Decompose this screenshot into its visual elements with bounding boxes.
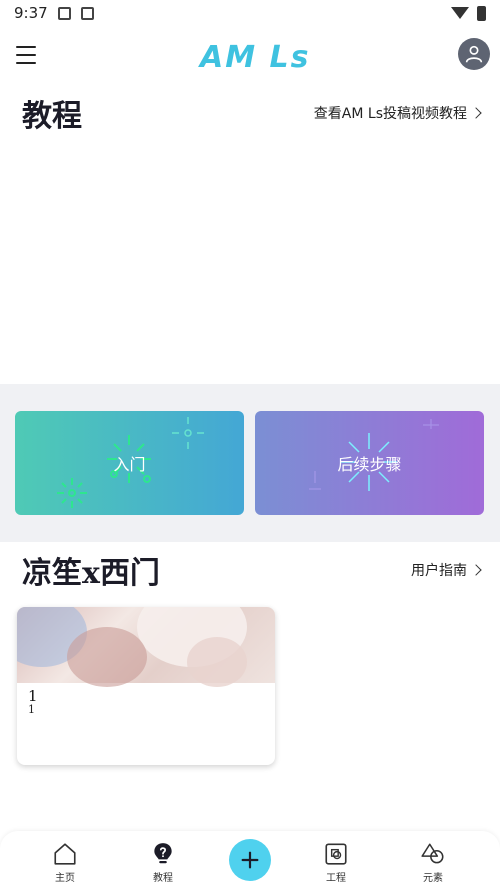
- plus-icon: [241, 851, 259, 869]
- nav-elements[interactable]: 元素: [403, 841, 463, 884]
- nav-elements-label: 元素: [423, 873, 443, 884]
- add-project-button[interactable]: [229, 839, 271, 881]
- tutorial-cards-panel: 入门 后续步骤: [0, 384, 500, 542]
- nav-home[interactable]: 主页: [35, 841, 95, 884]
- chevron-right-icon: [470, 107, 482, 119]
- status-bar: 9:37: [0, 0, 500, 26]
- video-tutorials-link-label: 查看AM Ls投稿视频教程: [313, 106, 467, 122]
- home-icon: [54, 843, 76, 865]
- next-steps-label: 后续步骤: [337, 455, 402, 474]
- nav-projects[interactable]: 工程: [306, 841, 366, 884]
- tutorials-header: 教程 查看AM Ls投稿视频教程: [0, 90, 500, 136]
- app-bar: AM Ls: [0, 38, 500, 78]
- projects-icon: [325, 843, 347, 865]
- lightbulb-question-icon: [154, 843, 172, 864]
- projects-header: 凉笙x西门 用户指南: [0, 548, 500, 592]
- app-logo: AM Ls: [200, 40, 311, 75]
- wifi-icon: [451, 7, 469, 19]
- image-notification-icon: [57, 6, 71, 20]
- chevron-right-icon: [470, 564, 482, 576]
- projects-title: 凉笙x西门: [22, 556, 160, 591]
- app-notification-icon: [80, 6, 94, 20]
- nav-home-label: 主页: [55, 873, 75, 884]
- getting-started-label: 入门: [113, 455, 146, 474]
- status-time: 9:37: [14, 4, 48, 22]
- getting-started-card[interactable]: 入门: [15, 411, 244, 515]
- nav-projects-label: 工程: [326, 873, 346, 884]
- nav-tutorials[interactable]: 教程: [133, 841, 193, 884]
- video-tutorials-link[interactable]: 查看AM Ls投稿视频教程: [313, 103, 482, 123]
- next-steps-card[interactable]: 后续步骤: [255, 411, 484, 515]
- bottom-nav: 主页 教程 工程 元素: [0, 831, 500, 889]
- battery-icon: [477, 5, 486, 21]
- menu-icon[interactable]: [16, 46, 36, 64]
- project-card[interactable]: 1 1: [17, 607, 275, 765]
- user-guide-link-label: 用户指南: [411, 563, 467, 579]
- profile-avatar-button[interactable]: [458, 38, 490, 70]
- project-subtitle: 1: [28, 703, 35, 716]
- tutorials-title: 教程: [22, 99, 82, 134]
- shapes-icon: [421, 843, 444, 864]
- user-guide-link[interactable]: 用户指南: [411, 560, 482, 580]
- status-right: [451, 5, 486, 21]
- person-icon: [465, 45, 483, 63]
- project-thumbnail: [17, 607, 275, 687]
- status-left: 9:37: [14, 4, 94, 22]
- nav-tutorials-label: 教程: [153, 873, 173, 884]
